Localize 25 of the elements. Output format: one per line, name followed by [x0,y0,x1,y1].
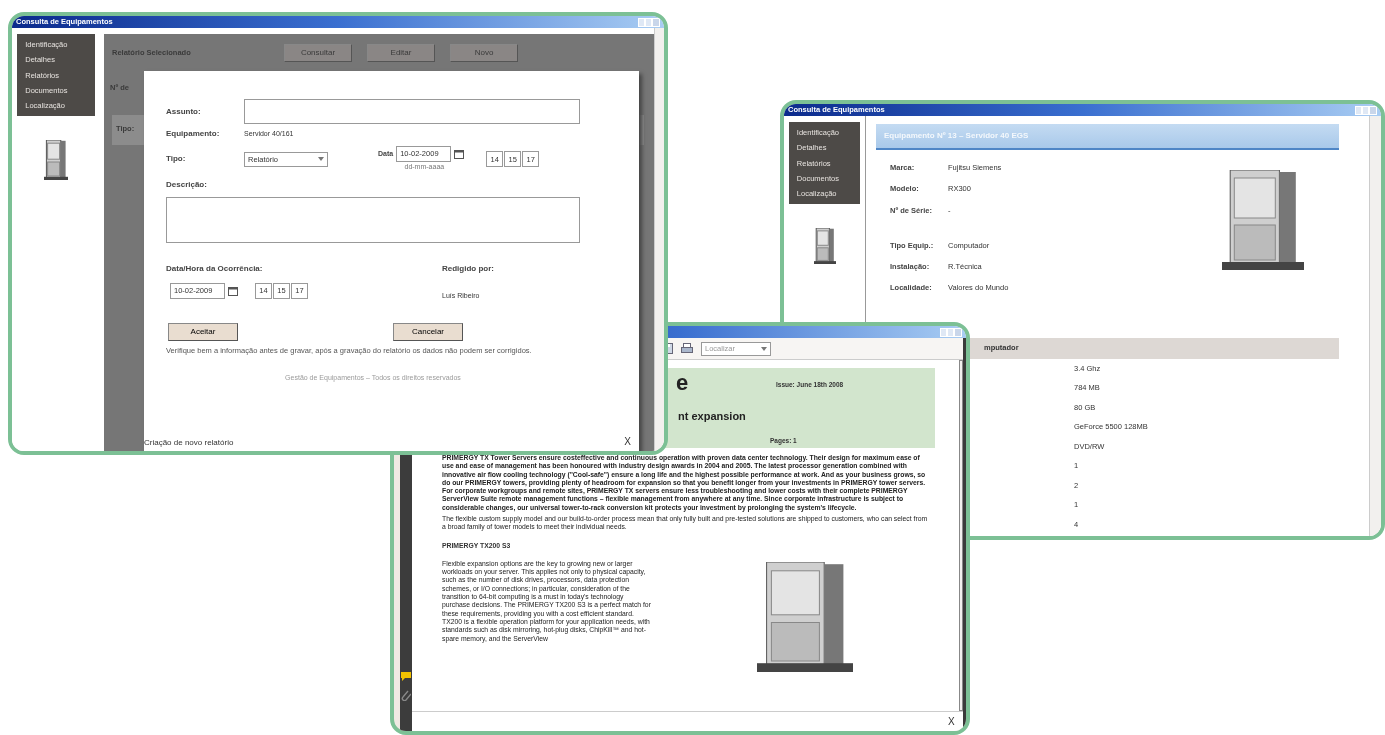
dialog-title: Criação de novo relatório [144,437,234,449]
field-label: Assunto: [166,105,202,118]
paperclip-icon [401,689,411,701]
caret-icon [318,157,324,162]
section-header: Equipamento Nº 13 – Servidor 40 EGS [876,124,1339,150]
subject-field[interactable] [244,99,580,124]
dialog-button[interactable]: Aceitar [168,323,238,341]
server-tower-drawing [44,140,68,181]
document-title: e [676,372,689,394]
close-button[interactable]: X [948,714,955,729]
calendar-icon [454,149,465,159]
description-field[interactable] [166,196,580,243]
caret-icon [761,346,767,351]
dialog-button[interactable]: Cancelar [393,323,463,341]
field-label: Descrição: [166,178,208,191]
field-label: Tipo: [166,153,187,166]
document-subtitle: nt expansion [678,409,746,424]
calendar-icon [228,285,238,296]
field-label: Equipamento: [166,128,221,140]
print-icon [681,343,693,354]
server-tower-drawing [813,228,836,265]
comment-icon [400,671,412,681]
field-label: Data/Hora da Ocorrência: [166,262,263,275]
close-button[interactable]: X [624,434,631,449]
field-label: Redigido por: [442,262,495,275]
